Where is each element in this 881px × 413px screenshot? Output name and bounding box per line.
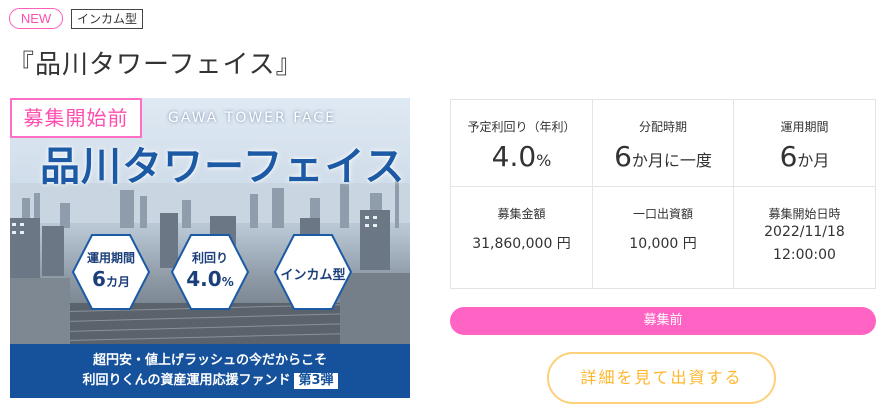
period-value: 6か月 [779,140,830,173]
distribution-label: 分配時期 [638,120,687,134]
distribution-value: 6か月に一度 [614,140,712,173]
unit-price-cell: 一口出資額 10,000 円 [593,187,734,288]
installment-badge: 第3弾 [294,373,338,389]
hex-yield-label: 利回り [191,251,228,265]
fund-banner-image: 募集開始前 GAWA TOWER FACE 品川タワーフェイス 運用期間 6カ月… [10,98,410,398]
hex-type-label: インカム型 [280,268,346,283]
banner-subtitle: GAWA TOWER FACE [168,110,336,126]
period-cell: 運用期間 6か月 [734,100,875,187]
start-time: 12:00:00 [773,247,836,263]
hex-type: インカム型 [272,231,354,313]
recruitment-status-bar: 募集前 [450,307,876,335]
banner-caption-line2: 利回りくんの資産運用応援ファンド 第3弾 [10,371,410,391]
amount-label: 募集金額 [497,207,546,221]
view-details-button[interactable]: 詳細を見て出資する [547,352,776,404]
hex-period-label: 運用期間 [86,251,135,265]
start-date: 2022/11/18 [764,224,845,240]
period-label: 運用期間 [780,120,829,134]
new-badge: NEW [9,8,63,29]
distribution-cell: 分配時期 6か月に一度 [593,100,734,187]
start-date-label: 募集開始日時 [768,207,841,221]
hex-yield-value: 4.0% [186,267,234,291]
status-stamp: 募集開始前 [10,98,142,138]
hex-period: 運用期間 6カ月 [70,231,152,313]
hex-period-value: 6カ月 [92,267,130,291]
fund-type-tag: インカム型 [71,9,144,29]
start-date-value: 2022/11/18 12:00:00 [734,221,875,267]
yield-cell: 予定利回り（年利） 4.0% [451,100,593,187]
banner-caption: 超円安・値上げラッシュの今だからこそ 利回りくんの資産運用応援ファンド 第3弾 [10,344,410,398]
banner-caption-line1: 超円安・値上げラッシュの今だからこそ [92,353,327,368]
fund-info-grid: 予定利回り（年利） 4.0% 分配時期 6か月に一度 運用期間 6か月 募集金額… [450,99,876,289]
yield-value: 4.0% [491,140,552,173]
unit-price-label: 一口出資額 [632,207,693,221]
start-date-cell: 募集開始日時 2022/11/18 12:00:00 [734,187,875,288]
banner-title: 品川タワーフェイス [40,144,406,190]
amount-value: 31,860,000 円 [472,236,571,252]
amount-cell: 募集金額 31,860,000 円 [451,187,593,288]
hex-yield: 利回り 4.0% [169,231,251,313]
unit-price-value: 10,000 円 [629,236,697,252]
yield-label: 予定利回り（年利） [467,120,576,134]
fund-title: 『品川タワーフェイス』 [8,50,303,80]
